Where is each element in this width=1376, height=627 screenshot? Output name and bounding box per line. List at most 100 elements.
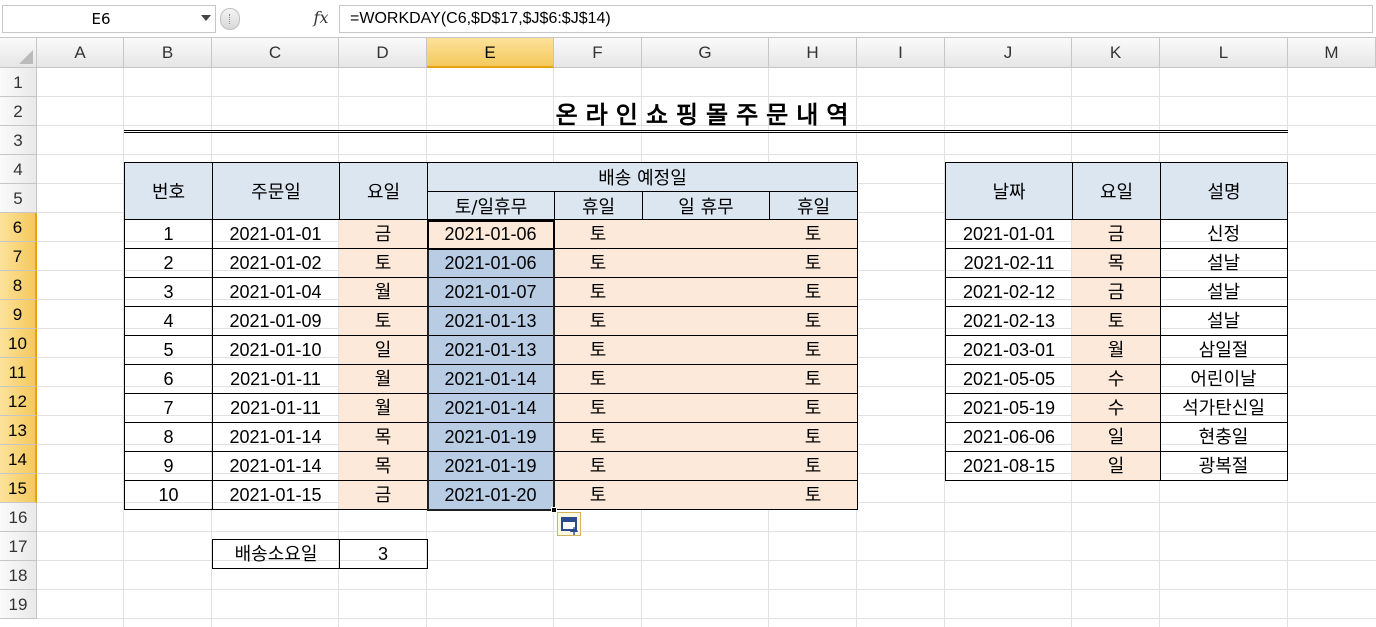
row-header-9[interactable]: 9 [0,300,37,329]
column-header-a[interactable]: A [37,38,124,68]
cell-delivery-sun[interactable] [642,365,770,394]
holiday-weekday[interactable]: 수 [1072,365,1161,394]
cell-order-date[interactable]: 2021-01-01 [212,220,340,249]
holiday-date[interactable]: 2021-02-12 [945,278,1073,307]
chevron-down-icon[interactable] [201,15,211,21]
column-header-d[interactable]: D [339,38,427,68]
header-holiday-2[interactable]: 휴일 [769,191,858,220]
cell-no[interactable]: 8 [124,423,213,452]
cell-order-date[interactable]: 2021-01-02 [212,249,340,278]
holiday-date[interactable]: 2021-05-05 [945,365,1073,394]
cell-order-date[interactable]: 2021-01-09 [212,307,340,336]
holiday-weekday[interactable]: 일 [1072,452,1161,481]
cell-delivery-sun[interactable] [642,220,770,249]
cell-delivery-sat-sun[interactable]: 2021-01-14 [427,394,555,423]
holiday-weekday[interactable]: 금 [1072,220,1161,249]
holiday-date[interactable]: 2021-02-11 [945,249,1073,278]
cell-delivery-sat-sun[interactable]: 2021-01-20 [427,481,555,510]
cell-weekday[interactable]: 목 [339,452,428,481]
cell-weekday[interactable]: 토 [339,307,428,336]
row-header-1[interactable]: 1 [0,68,37,97]
holiday-header-weekday[interactable]: 요일 [1072,162,1161,220]
cell-no[interactable]: 6 [124,365,213,394]
cell-delivery-sun[interactable] [642,481,770,510]
cell-holiday-1[interactable]: 토 [554,249,643,278]
cell-no[interactable]: 1 [124,220,213,249]
cell-order-date[interactable]: 2021-01-14 [212,423,340,452]
holiday-desc[interactable]: 설날 [1160,249,1288,278]
cell-holiday-1[interactable]: 토 [554,365,643,394]
row-header-8[interactable]: 8 [0,271,37,300]
row-header-3[interactable]: 3 [0,126,37,155]
cell-holiday-1[interactable]: 토 [554,336,643,365]
cell-holiday-2[interactable]: 토 [769,423,858,452]
holiday-weekday[interactable]: 일 [1072,423,1161,452]
row-header-18[interactable]: 18 [0,561,37,590]
cell-holiday-2[interactable]: 토 [769,249,858,278]
row-header-19[interactable]: 19 [0,590,37,619]
cell-order-date[interactable]: 2021-01-11 [212,394,340,423]
holiday-date[interactable]: 2021-02-13 [945,307,1073,336]
holiday-desc[interactable]: 삼일절 [1160,336,1288,365]
column-header-j[interactable]: J [945,38,1072,68]
cell-holiday-2[interactable]: 토 [769,307,858,336]
cell-delivery-sun[interactable] [642,394,770,423]
holiday-desc[interactable]: 설날 [1160,307,1288,336]
cell-holiday-1[interactable]: 토 [554,423,643,452]
column-header-h[interactable]: H [769,38,857,68]
column-header-g[interactable]: G [642,38,769,68]
cell-no[interactable]: 5 [124,336,213,365]
cell-holiday-1[interactable]: 토 [554,481,643,510]
holiday-desc[interactable]: 현충일 [1160,423,1288,452]
cell-no[interactable]: 2 [124,249,213,278]
cell-delivery-sat-sun[interactable]: 2021-01-13 [427,336,555,365]
row-header-5[interactable]: 5 [0,184,37,213]
cell-weekday[interactable]: 토 [339,249,428,278]
auto-fill-options-button[interactable]: + [557,512,581,537]
holiday-weekday[interactable]: 목 [1072,249,1161,278]
cell-holiday-1[interactable]: 토 [554,220,643,249]
holiday-date[interactable]: 2021-01-01 [945,220,1073,249]
column-header-b[interactable]: B [124,38,212,68]
row-header-13[interactable]: 13 [0,416,37,445]
column-header-f[interactable]: F [554,38,642,68]
cell-delivery-sat-sun[interactable]: 2021-01-06 [427,220,555,249]
cell-weekday[interactable]: 금 [339,481,428,510]
cell-weekday[interactable]: 월 [339,365,428,394]
holiday-header-date[interactable]: 날짜 [945,162,1073,220]
cell-holiday-2[interactable]: 토 [769,278,858,307]
cell-order-date[interactable]: 2021-01-15 [212,481,340,510]
holiday-desc[interactable]: 광복절 [1160,452,1288,481]
cell-delivery-sun[interactable] [642,278,770,307]
holiday-weekday[interactable]: 토 [1072,307,1161,336]
cell-weekday[interactable]: 목 [339,423,428,452]
cell-delivery-sun[interactable] [642,307,770,336]
cell-delivery-sun[interactable] [642,452,770,481]
cell-weekday[interactable]: 월 [339,394,428,423]
cell-delivery-sun[interactable] [642,336,770,365]
cell-order-date[interactable]: 2021-01-10 [212,336,340,365]
cell-holiday-2[interactable]: 토 [769,452,858,481]
holiday-header-desc[interactable]: 설명 [1160,162,1288,220]
name-box[interactable]: E6 [2,5,216,33]
header-sat-sun-holiday[interactable]: 토/일휴무 [427,191,555,220]
row-header-17[interactable]: 17 [0,532,37,561]
row-header-2[interactable]: 2 [0,97,37,126]
delivery-days-label[interactable]: 배송소요일 [212,539,340,569]
header-no[interactable]: 번호 [124,162,213,220]
cell-holiday-2[interactable]: 토 [769,365,858,394]
cell-holiday-2[interactable]: 토 [769,394,858,423]
header-sun-holiday[interactable]: 일 휴무 [642,191,770,220]
holiday-date[interactable]: 2021-03-01 [945,336,1073,365]
resize-grip-icon[interactable] [220,8,240,30]
header-weekday[interactable]: 요일 [339,162,428,220]
holiday-desc[interactable]: 어린이날 [1160,365,1288,394]
row-header-15[interactable]: 15 [0,474,37,503]
header-order-date[interactable]: 주문일 [212,162,340,220]
row-header-4[interactable]: 4 [0,155,37,184]
cell-order-date[interactable]: 2021-01-14 [212,452,340,481]
cell-order-date[interactable]: 2021-01-11 [212,365,340,394]
cell-delivery-sat-sun[interactable]: 2021-01-14 [427,365,555,394]
cell-holiday-1[interactable]: 토 [554,278,643,307]
cell-no[interactable]: 9 [124,452,213,481]
